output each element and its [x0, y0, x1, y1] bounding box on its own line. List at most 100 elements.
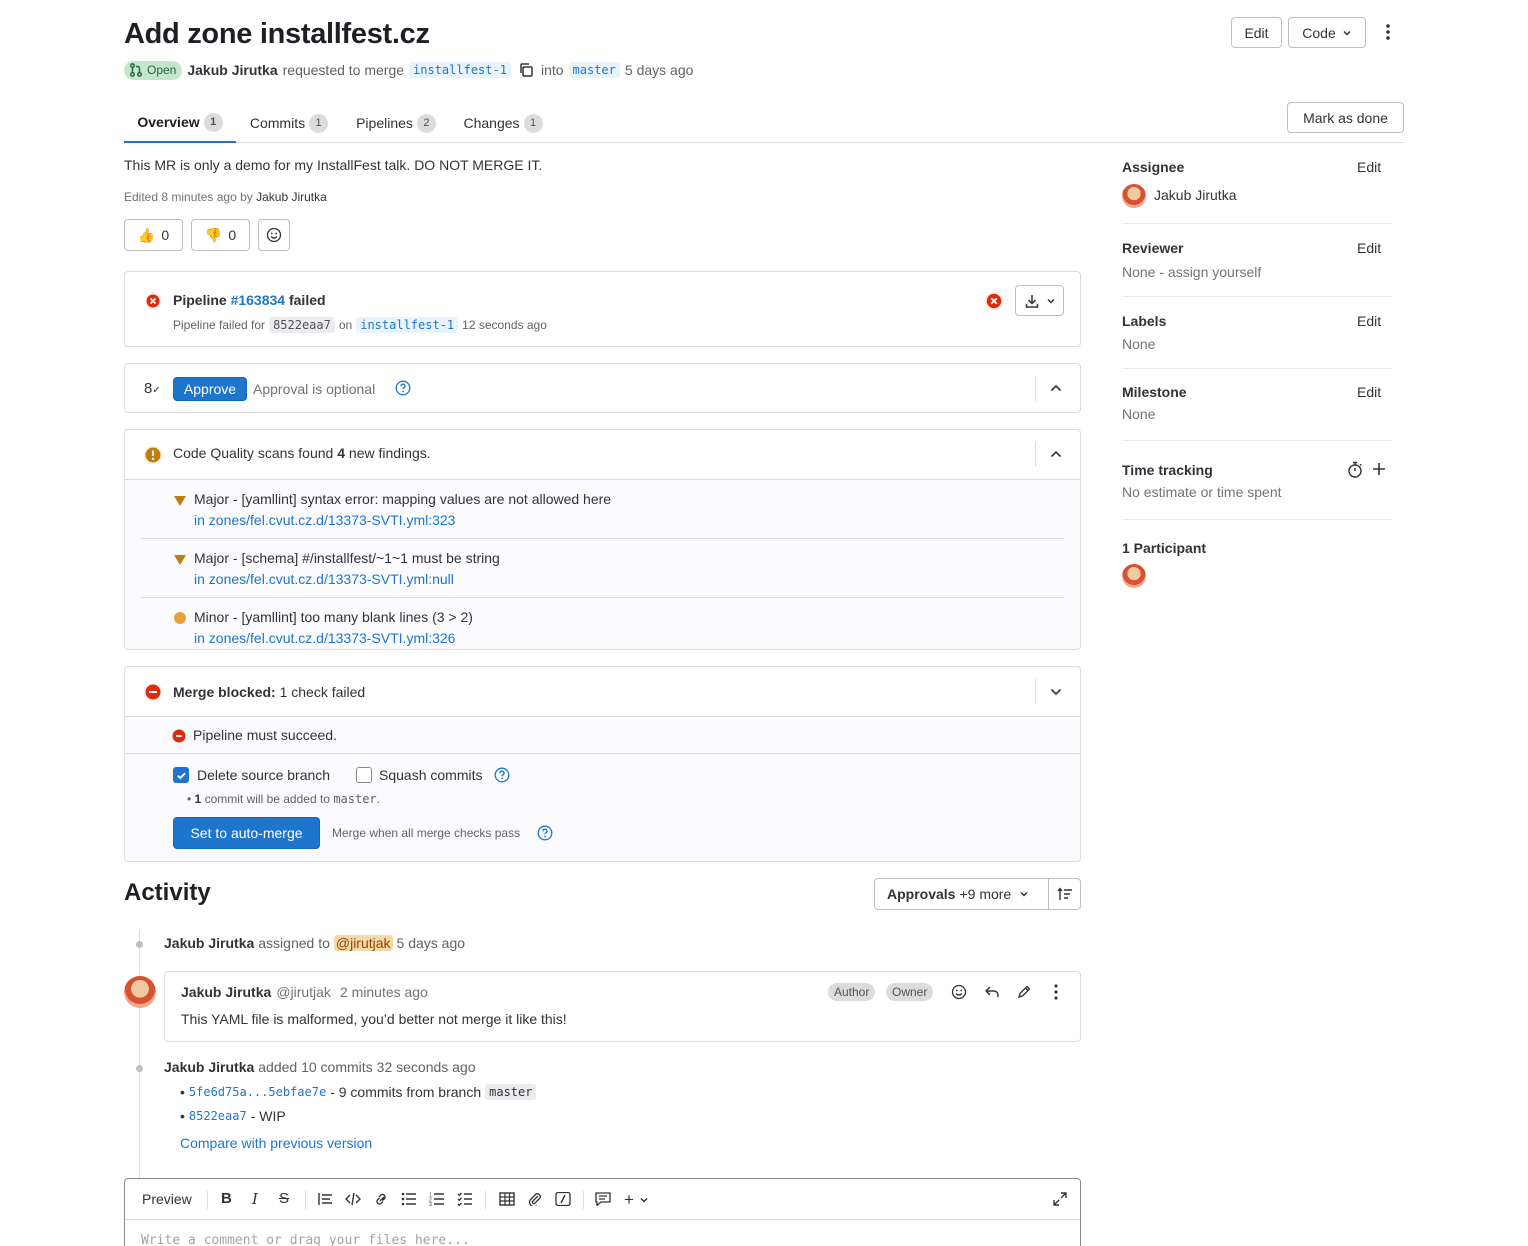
thumbs-up-button[interactable]: 👍 0 — [124, 219, 183, 251]
reviewer-edit-button[interactable]: Edit — [1357, 240, 1381, 256]
compare-versions-link[interactable]: Compare with previous version — [180, 1135, 372, 1151]
delete-branch-label[interactable]: Delete source branch — [197, 767, 330, 783]
user-mention[interactable]: @jirutjak — [333, 935, 393, 951]
attachment-icon[interactable] — [527, 1192, 543, 1209]
tab-count: 1 — [309, 113, 329, 133]
commit-sha-link[interactable]: 8522eaa7 — [189, 1109, 247, 1123]
finding-link[interactable]: in zones/fel.cvut.cz.d/13373-SVTI.yml:nu… — [194, 571, 454, 587]
timeline-line — [139, 930, 140, 1180]
comment-template-icon[interactable] — [595, 1192, 611, 1209]
stopwatch-icon[interactable] — [1347, 461, 1363, 482]
delete-branch-checkbox[interactable] — [173, 767, 189, 783]
tab-overview[interactable]: Overview 1 — [124, 103, 236, 143]
quote-icon[interactable] — [317, 1192, 333, 1209]
download-artifacts-button[interactable] — [1015, 285, 1064, 316]
comment-editor: Preview B I S 123 + Write a comment or d… — [124, 1178, 1081, 1246]
chevron-up-icon[interactable] — [1049, 447, 1063, 464]
copy-icon[interactable] — [518, 62, 534, 78]
labels-edit-button[interactable]: Edit — [1357, 313, 1381, 329]
severity-major-icon — [173, 494, 187, 510]
commit-range-link[interactable]: 5fe6d75a...5ebfae7e — [189, 1085, 326, 1099]
tab-changes[interactable]: Changes 1 — [450, 103, 556, 143]
status-failed-icon — [144, 292, 162, 313]
note-author[interactable]: Jakub Jirutka — [164, 1059, 254, 1075]
target-branch[interactable]: master — [568, 62, 620, 78]
numbered-list-icon[interactable]: 123 — [429, 1192, 445, 1209]
system-note-assigned: Jakub Jirutka assigned to @jirutjak 5 da… — [164, 935, 466, 951]
bullet-list-icon[interactable] — [401, 1192, 417, 1209]
edited-info: Edited 8 minutes ago by Jakub Jirutka — [124, 190, 327, 204]
avatar[interactable] — [1122, 184, 1146, 208]
divider — [1122, 519, 1392, 520]
help-icon[interactable] — [537, 825, 553, 844]
strikethrough-icon[interactable]: S — [279, 1190, 289, 1207]
severity-minor-icon — [173, 611, 187, 628]
note-author[interactable]: Jakub Jirutka — [164, 935, 254, 951]
sort-direction-button[interactable] — [1048, 878, 1081, 910]
author-link[interactable]: Jakub Jirutka — [187, 62, 277, 78]
commit-sha[interactable]: 8522eaa7 — [269, 317, 335, 333]
tab-commits[interactable]: Commits 1 — [236, 103, 342, 143]
source-branch[interactable]: installfest-1 — [409, 62, 511, 78]
help-icon[interactable] — [395, 380, 411, 399]
edited-by-link[interactable]: Jakub Jirutka — [256, 190, 327, 204]
editor-toolbar: Preview B I S 123 + — [125, 1179, 1080, 1220]
assignee-name[interactable]: Jakub Jirutka — [1154, 187, 1236, 203]
more-actions-icon[interactable] — [1376, 20, 1400, 44]
fullscreen-icon[interactable] — [1052, 1191, 1068, 1210]
mark-as-done-button[interactable]: Mark as done — [1287, 102, 1404, 133]
comment-author[interactable]: Jakub Jirutka — [181, 984, 271, 1000]
assignee-edit-button[interactable]: Edit — [1357, 159, 1381, 175]
chevron-down-icon[interactable] — [1049, 685, 1063, 702]
add-time-icon[interactable] — [1372, 462, 1386, 479]
add-reaction-icon[interactable] — [951, 984, 967, 1003]
merge-checks: Pipeline must succeed. — [125, 716, 1080, 754]
activity-filter-dropdown[interactable]: Approvals +9 more — [874, 878, 1049, 910]
bold-icon[interactable]: B — [221, 1190, 232, 1207]
add-reaction-button[interactable] — [258, 219, 290, 251]
edit-pencil-icon[interactable] — [1016, 984, 1032, 1003]
italic-icon[interactable]: I — [252, 1190, 258, 1208]
reviewer-value[interactable]: None - assign yourself — [1122, 264, 1261, 280]
link-icon[interactable] — [373, 1192, 389, 1209]
preview-tab[interactable]: Preview — [142, 1191, 192, 1207]
avatar[interactable] — [124, 976, 156, 1008]
squash-commits-label[interactable]: Squash commits — [379, 767, 482, 783]
pipeline-branch[interactable]: installfest-1 — [356, 317, 459, 333]
table-icon[interactable] — [499, 1192, 515, 1209]
comment-time[interactable]: 2 minutes ago — [340, 984, 428, 1000]
job-status-failed-icon[interactable] — [984, 291, 1004, 314]
time-tracking-heading: Time tracking — [1122, 462, 1213, 478]
squash-commits-checkbox[interactable] — [356, 767, 372, 783]
thumbs-down-button[interactable]: 👎 0 — [191, 219, 250, 251]
status-badge: Open — [124, 60, 183, 80]
milestone-edit-button[interactable]: Edit — [1357, 384, 1381, 400]
more-actions-icon[interactable] — [1054, 984, 1058, 1003]
pipeline-subtitle: Pipeline failed for 8522eaa7 on installfest… — [173, 317, 547, 333]
pipeline-id-link[interactable]: #163834 — [231, 292, 286, 308]
finding-link[interactable]: in zones/fel.cvut.cz.d/13373-SVTI.yml:32… — [194, 630, 455, 646]
help-icon[interactable] — [494, 767, 510, 786]
tab-pipelines[interactable]: Pipelines 2 — [342, 103, 450, 143]
slash-command-icon[interactable] — [555, 1191, 571, 1209]
comment-handle[interactable]: @jirutjak — [276, 984, 331, 1000]
more-formatting-icon[interactable]: + — [624, 1190, 649, 1210]
code-dropdown-button[interactable]: Code — [1288, 17, 1366, 48]
code-quality-summary: Code Quality scans found 4 new findings. — [173, 445, 431, 461]
approve-button[interactable]: Approve — [173, 377, 247, 401]
auto-merge-hint: Merge when all merge checks pass — [332, 826, 521, 840]
task-list-icon[interactable] — [457, 1192, 473, 1209]
finding-link[interactable]: in zones/fel.cvut.cz.d/13373-SVTI.yml:32… — [194, 512, 455, 528]
assignee-heading: Assignee — [1122, 159, 1185, 175]
chevron-up-icon[interactable] — [1049, 381, 1063, 398]
code-icon[interactable] — [345, 1192, 361, 1209]
edit-mr-button[interactable]: Edit — [1231, 17, 1282, 48]
participant-avatar[interactable] — [1122, 564, 1146, 588]
finding-text: Minor - [yamllint] too many blank lines … — [194, 609, 473, 625]
reply-icon[interactable] — [984, 984, 1000, 1003]
check-text: Pipeline must succeed. — [193, 727, 337, 743]
sort-icon — [1056, 887, 1073, 901]
comment-textarea[interactable]: Write a comment or drag your files here.… — [141, 1233, 470, 1246]
auto-merge-button[interactable]: Set to auto-merge — [173, 817, 320, 849]
reviewer-heading: Reviewer — [1122, 240, 1184, 256]
